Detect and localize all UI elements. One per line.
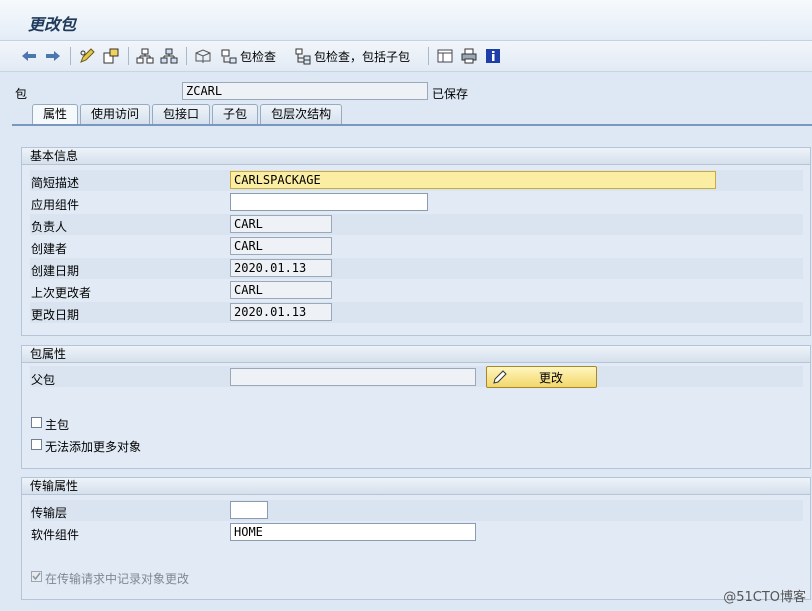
toolbar-separator	[428, 47, 429, 65]
transport-layer-label: 传输层	[31, 506, 68, 520]
arrow-right-icon	[46, 51, 60, 61]
main-package-label: 主包	[45, 418, 70, 432]
window-layout-icon	[437, 49, 453, 63]
changed-on-field: 2020.01.13	[230, 303, 332, 321]
person-responsible-field: CARL	[230, 215, 332, 233]
package-check-icon	[221, 49, 237, 64]
window-title: 更改包	[28, 15, 77, 34]
toolbar-separator	[186, 47, 187, 65]
pencil-icon	[493, 370, 507, 384]
main-package-checkbox[interactable]	[31, 417, 42, 428]
short-description-input[interactable]: CARLSPACKAGE	[230, 171, 716, 189]
package-icon	[195, 49, 211, 63]
row-bg	[30, 500, 803, 521]
app-component-label: 应用组件	[31, 198, 80, 212]
change-button[interactable]: 更改	[486, 366, 597, 388]
objects-icon	[103, 48, 119, 64]
where-used-button[interactable]	[136, 46, 154, 66]
person-responsible-label: 负责人	[31, 220, 68, 234]
record-changes-checkbox	[31, 571, 42, 582]
hierarchy-icon	[160, 48, 178, 64]
app-component-input[interactable]	[230, 193, 428, 211]
display-change-button[interactable]	[78, 46, 96, 66]
package-check-sub-label: 包检查，包括子包	[314, 49, 411, 64]
tab-attributes[interactable]: 属性	[32, 104, 79, 124]
row-bg	[30, 302, 803, 323]
forward-button[interactable]	[44, 46, 62, 66]
no-more-objects-label: 无法添加更多对象	[45, 440, 142, 454]
row-bg	[30, 258, 803, 279]
created-on-field: 2020.01.13	[230, 259, 332, 277]
changed-on-label: 更改日期	[31, 308, 80, 322]
package-label: 包	[15, 87, 28, 101]
back-button[interactable]	[20, 46, 38, 66]
package-builder-button[interactable]	[194, 46, 212, 66]
other-object-button[interactable]	[102, 46, 120, 66]
created-by-field: CARL	[230, 237, 332, 255]
basic-info-title: 基本信息	[22, 148, 810, 165]
tab-strip: 属性 使用访问 包接口 子包 包层次结构	[32, 104, 344, 125]
transport-layer-input[interactable]	[230, 501, 268, 519]
package-check-subpackages-button[interactable]: 包检查，包括子包	[294, 46, 410, 66]
last-changed-by-field: CARL	[230, 281, 332, 299]
hierarchy-button[interactable]	[160, 46, 178, 66]
where-used-icon	[136, 48, 154, 64]
package-field: ZCARL	[182, 82, 428, 100]
software-component-input[interactable]: HOME	[230, 523, 476, 541]
layout-button[interactable]	[436, 46, 454, 66]
arrow-left-icon	[22, 51, 36, 61]
toolbar-separator	[128, 47, 129, 65]
no-more-objects-checkbox[interactable]	[31, 439, 42, 450]
parent-package-field	[230, 368, 476, 386]
change-button-label: 更改	[539, 370, 564, 385]
package-check-sub-icon	[295, 48, 311, 65]
info-button[interactable]	[484, 46, 502, 66]
record-changes-label: 在传输请求中记录对象更改	[45, 572, 190, 586]
short-description-label: 简短描述	[31, 176, 80, 190]
title-bar: 更改包	[0, 0, 812, 41]
basic-info-group: 基本信息 简短描述 CARLSPACKAGE 应用组件 负责人 CARL 创建者…	[21, 147, 811, 336]
transport-attributes-title: 传输属性	[22, 478, 810, 495]
tab-package-interface[interactable]: 包接口	[152, 104, 211, 124]
created-on-label: 创建日期	[31, 264, 80, 278]
print-button[interactable]	[460, 46, 478, 66]
row-bg	[30, 214, 803, 235]
created-by-label: 创建者	[31, 242, 68, 256]
last-changed-by-label: 上次更改者	[31, 286, 92, 300]
transport-attributes-group: 传输属性 传输层 软件组件 HOME 在传输请求中记录对象更改	[21, 477, 811, 600]
tab-package-hierarchy[interactable]: 包层次结构	[260, 104, 343, 124]
save-status: 已保存	[432, 87, 469, 101]
application-toolbar: 包检查 包检查，包括子包	[0, 41, 812, 72]
package-attributes-title: 包属性	[22, 346, 810, 363]
tab-use-access[interactable]: 使用访问	[80, 104, 151, 124]
tab-underline	[12, 124, 812, 126]
info-icon	[486, 49, 500, 63]
package-check-button[interactable]: 包检查	[220, 46, 276, 66]
toolbar-separator	[70, 47, 71, 65]
printer-icon	[461, 48, 477, 64]
package-row: 包 ZCARL 已保存	[0, 80, 812, 102]
tab-subpackages[interactable]: 子包	[212, 104, 259, 124]
pencil-glasses-icon	[80, 48, 95, 63]
parent-package-label: 父包	[31, 373, 56, 387]
software-component-label: 软件组件	[31, 528, 80, 542]
checkmark-icon	[32, 572, 41, 581]
watermark: @51CTO博客	[723, 590, 806, 605]
package-check-label: 包检查	[240, 49, 277, 64]
package-attributes-group: 包属性 父包 更改 主包 无法添加更多对象	[21, 345, 811, 469]
